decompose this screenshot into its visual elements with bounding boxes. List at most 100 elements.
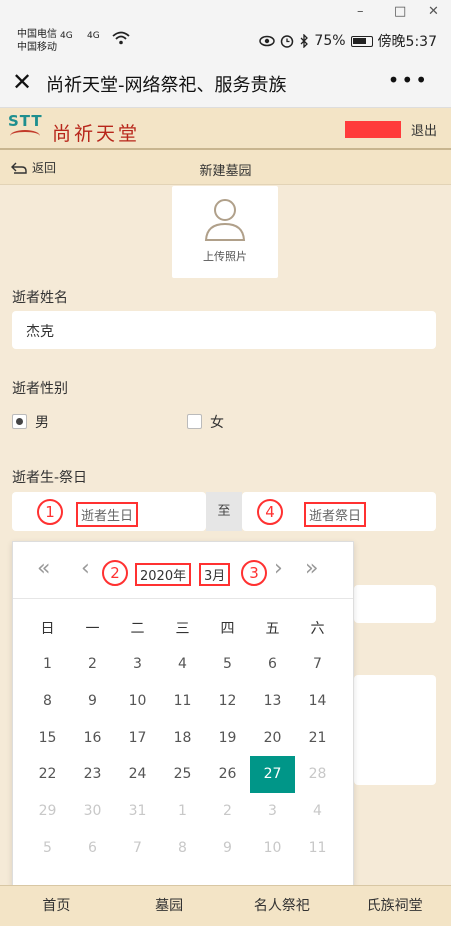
- prev-year-icon[interactable]: «: [37, 556, 50, 581]
- birth-date-placeholder: 逝者生日: [76, 502, 139, 527]
- date-picker: « ‹ 2 2020年 3月 3 › » 日一二三四五六 1 2 3 4 5 6 7 8 9 10…: [12, 541, 354, 887]
- calendar-day[interactable]: 21: [295, 720, 340, 757]
- sub-header: 返回 新建墓园: [0, 150, 451, 185]
- calendar-day[interactable]: 25: [160, 756, 205, 793]
- avatar-icon: [204, 199, 246, 241]
- calendar-day[interactable]: 9: [70, 683, 115, 720]
- annotation-marker: 2: [102, 560, 128, 586]
- carrier-1: 中国电信: [17, 29, 57, 40]
- calendar-day[interactable]: 10: [250, 830, 295, 867]
- calendar-day[interactable]: 3: [250, 793, 295, 830]
- calendar-day[interactable]: 12: [205, 683, 250, 720]
- nav-home[interactable]: 首页: [0, 886, 113, 926]
- calendar-day[interactable]: 2: [205, 793, 250, 830]
- calendar-day[interactable]: 7: [115, 830, 160, 867]
- weekday-header: 日一二三四五六: [13, 618, 353, 638]
- calendar-day[interactable]: 16: [70, 720, 115, 757]
- battery-icon: [350, 35, 373, 47]
- calendar-day[interactable]: 11: [295, 830, 340, 867]
- annotation-marker: 4: [257, 499, 283, 525]
- calendar-day[interactable]: 8: [25, 683, 70, 720]
- maximize-icon[interactable]: □: [394, 4, 406, 19]
- calendar-day[interactable]: 31: [115, 793, 160, 830]
- logo-text: 尚祈天堂: [52, 123, 141, 145]
- user-name-redacted: [345, 121, 401, 138]
- logout-link[interactable]: 退出: [411, 120, 437, 139]
- alarm-icon: [281, 35, 294, 48]
- weekday-label: 一: [85, 621, 100, 637]
- page-title: 新建墓园: [199, 164, 252, 179]
- hidden-textarea: [354, 675, 436, 785]
- calendar-day[interactable]: 4: [160, 646, 205, 683]
- calendar-day[interactable]: 9: [205, 830, 250, 867]
- calendar-day-selected[interactable]: 27: [250, 756, 295, 794]
- nav-celebrity-memorial[interactable]: 名人祭祀: [226, 886, 339, 926]
- calendar-day[interactable]: 26: [205, 756, 250, 793]
- weekday-label: 三: [175, 621, 190, 637]
- calendar-day[interactable]: 23: [70, 756, 115, 793]
- name-label: 逝者姓名: [12, 290, 68, 306]
- minimize-icon[interactable]: –: [357, 4, 364, 19]
- weekday-label: 五: [265, 621, 280, 637]
- calendar-day[interactable]: 17: [115, 720, 160, 757]
- calendar-day[interactable]: 24: [115, 756, 160, 793]
- date-picker-header: « ‹ 2 2020年 3月 3 › »: [13, 542, 353, 599]
- calendar-day[interactable]: 5: [205, 646, 250, 683]
- window-close-icon[interactable]: ✕: [428, 4, 439, 19]
- carrier-2: 中国移动: [17, 42, 57, 53]
- status-bar: – □ ✕ 中国电信 中国移动 4G 4G 75% 傍晚5:37: [0, 0, 451, 58]
- upload-photo-button[interactable]: 上传照片: [172, 186, 278, 278]
- annotation-marker: 1: [37, 499, 63, 525]
- calendar-day[interactable]: 14: [295, 683, 340, 720]
- more-icon[interactable]: •••: [388, 68, 429, 92]
- logo[interactable]: STT: [8, 112, 43, 132]
- upload-photo-label: 上传照片: [203, 250, 247, 263]
- calendar-day[interactable]: 5: [25, 830, 70, 867]
- signal-icon: 4G: [87, 31, 100, 41]
- calendar-day[interactable]: 10: [115, 683, 160, 720]
- calendar-day[interactable]: 20: [250, 720, 295, 757]
- calendar-day[interactable]: 19: [205, 720, 250, 757]
- month-selector[interactable]: 3月: [199, 563, 231, 586]
- hidden-field: [354, 585, 436, 623]
- signal-icon: 4G: [60, 31, 73, 41]
- calendar-day[interactable]: 11: [160, 683, 205, 720]
- day-grid: 1 2 3 4 5 6 7 8 9 10 11 12 13 14 15 16 17 18 19 20 21 22 23 24 2…: [13, 646, 353, 867]
- gender-female-radio[interactable]: [187, 414, 202, 429]
- weekday-label: 二: [130, 621, 145, 637]
- weekday-label: 四: [220, 621, 235, 637]
- status-right: 75% 傍晚5:37: [259, 31, 437, 51]
- calendar-day[interactable]: 6: [70, 830, 115, 867]
- calendar-day[interactable]: 4: [295, 793, 340, 830]
- close-icon[interactable]: ✕: [12, 68, 32, 96]
- calendar-day[interactable]: 1: [160, 793, 205, 830]
- calendar-day[interactable]: 18: [160, 720, 205, 757]
- weekday-label: 六: [310, 621, 325, 637]
- window-title: 尚祈天堂-网络祭祀、服务贵族: [46, 75, 287, 96]
- calendar-day[interactable]: 15: [25, 720, 70, 757]
- calendar-day[interactable]: 1: [25, 646, 70, 683]
- calendar-day[interactable]: 6: [250, 646, 295, 683]
- weekday-label: 日: [40, 621, 55, 637]
- calendar-day[interactable]: 3: [115, 646, 160, 683]
- calendar-day[interactable]: 30: [70, 793, 115, 830]
- year-selector[interactable]: 2020年: [135, 563, 192, 586]
- calendar-day[interactable]: 8: [160, 830, 205, 867]
- calendar-day[interactable]: 22: [25, 756, 70, 793]
- next-month-icon[interactable]: ›: [274, 556, 283, 581]
- gender-male-radio[interactable]: [12, 414, 27, 429]
- nav-clan-hall[interactable]: 氏族祠堂: [338, 886, 451, 926]
- calendar-day[interactable]: 7: [295, 646, 340, 683]
- prev-month-icon[interactable]: ‹: [81, 556, 90, 581]
- nav-cemetery[interactable]: 墓园: [113, 886, 226, 926]
- next-year-icon[interactable]: »: [305, 556, 318, 581]
- name-value: 杰克: [26, 324, 54, 340]
- calendar-day[interactable]: 2: [70, 646, 115, 683]
- calendar-day[interactable]: 28: [295, 756, 340, 793]
- date-separator: 至: [206, 492, 242, 531]
- calendar-day[interactable]: 13: [250, 683, 295, 720]
- calendar-day[interactable]: 29: [25, 793, 70, 830]
- gender-label: 逝者性别: [12, 381, 68, 397]
- carrier-info: 中国电信 中国移动: [17, 28, 57, 54]
- name-field[interactable]: 杰克: [12, 311, 436, 349]
